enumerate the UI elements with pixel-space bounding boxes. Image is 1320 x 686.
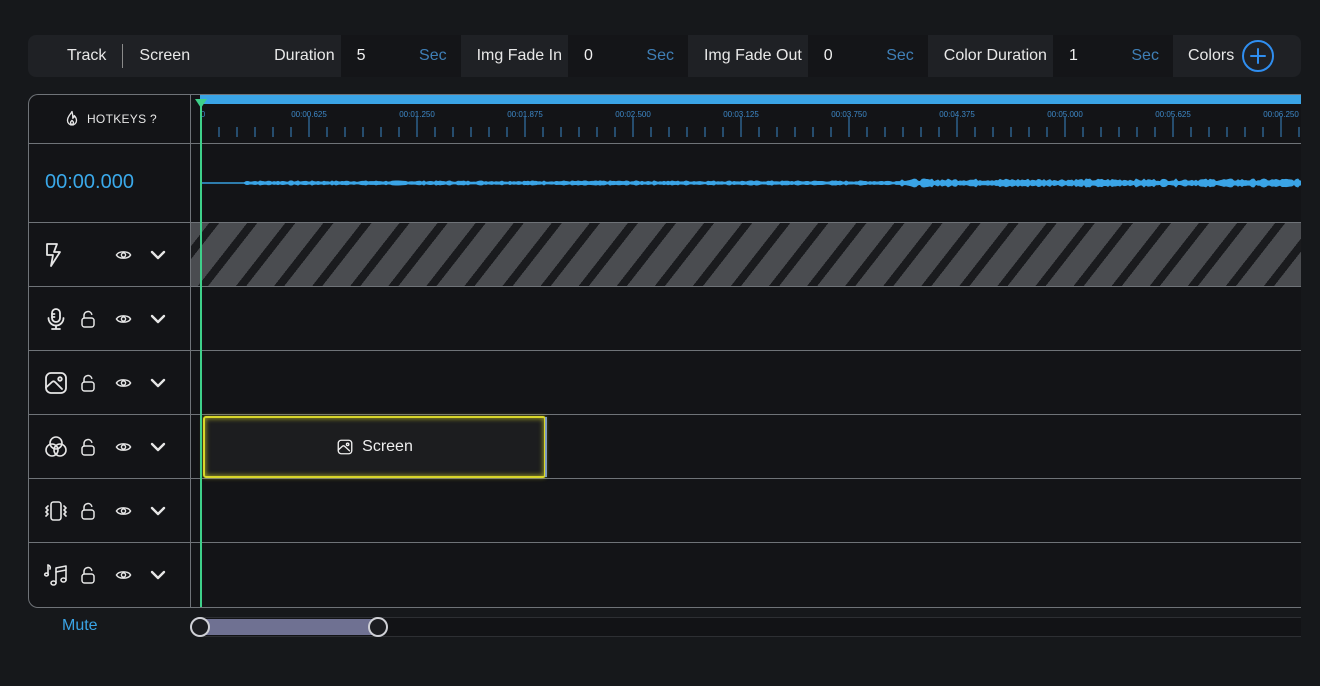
microphone-icon	[47, 308, 65, 330]
ruler-tick-label: 00:02.500	[615, 110, 651, 119]
color-duration-value: 1	[1068, 47, 1078, 64]
zoom-scrollbar-end-handle[interactable]	[368, 617, 388, 637]
chevron-down-icon[interactable]	[150, 504, 166, 518]
zoom-scrollbar-start-handle[interactable]	[190, 617, 210, 637]
row-divider	[29, 542, 1301, 543]
duration-input[interactable]: 5 Sec	[340, 35, 461, 77]
music-notes-icon	[43, 564, 67, 586]
color-duration-label: Color Duration	[943, 47, 1047, 64]
duration-label: Duration	[274, 47, 335, 64]
screen-tab[interactable]: Screen	[139, 47, 190, 65]
timeline-editor: Track Screen Duration 5 Sec Img Fade In …	[0, 0, 1320, 686]
track-row-vibration	[29, 479, 191, 543]
ruler-tick-label: 00:01.250	[399, 110, 435, 119]
ruler-tick-label: 00:05.000	[1047, 110, 1083, 119]
toolbar: Track Screen Duration 5 Sec Img Fade In …	[28, 35, 1301, 77]
zoom-scrollbar-range[interactable]	[200, 619, 378, 635]
toolbar-divider	[122, 44, 124, 68]
track-row-image	[29, 351, 191, 415]
chevron-down-icon[interactable]	[150, 248, 166, 262]
eye-icon[interactable]	[115, 439, 132, 455]
timeline-panel: 0 00:00.625 00:01.250 00:01.875 00:02.500 00:…	[28, 94, 1301, 608]
unlock-icon[interactable]	[80, 310, 96, 328]
mute-button[interactable]: Mute	[62, 617, 98, 635]
unlock-icon[interactable]	[80, 438, 96, 456]
audio-waveform[interactable]	[200, 165, 1301, 201]
disabled-track-area	[191, 223, 1301, 286]
ruler-tick-label: 00:03.750	[831, 110, 867, 119]
hotkeys-button[interactable]: HOTKEYS ?	[29, 95, 191, 143]
eye-icon[interactable]	[115, 311, 132, 327]
fade-in-input[interactable]: 0 Sec	[567, 35, 688, 77]
fade-out-value: 0	[823, 47, 833, 64]
row-divider	[29, 350, 1301, 351]
clip-resize-handle[interactable]	[545, 417, 547, 477]
hotkeys-label: HOTKEYS ?	[86, 112, 158, 126]
ruler-tick-label: 00:06.250	[1263, 110, 1299, 119]
track-row-voice	[29, 287, 191, 351]
chevron-down-icon[interactable]	[150, 312, 166, 326]
color-duration-unit: Sec	[1131, 47, 1159, 64]
clip-label: Screen	[362, 438, 413, 455]
image-icon	[45, 372, 67, 394]
colors-label: Colors	[1187, 47, 1235, 64]
add-color-button[interactable]	[1242, 40, 1275, 72]
fade-out-input[interactable]: 0 Sec	[807, 35, 928, 77]
unlock-icon[interactable]	[80, 374, 96, 392]
eye-icon[interactable]	[115, 503, 132, 519]
screen-clip[interactable]: Screen	[203, 416, 546, 478]
track-row-effects	[29, 223, 191, 287]
color-duration-input[interactable]: 1 Sec	[1052, 35, 1173, 77]
ruler-tick-label: 00:05.625	[1155, 110, 1191, 119]
plus-icon	[1250, 48, 1267, 64]
playhead[interactable]	[200, 101, 202, 607]
lightning-icon	[46, 243, 61, 267]
unlock-icon[interactable]	[80, 566, 96, 584]
row-divider	[29, 478, 1301, 479]
playhead-handle[interactable]	[195, 99, 207, 108]
color-circles-icon	[45, 436, 67, 457]
eye-icon[interactable]	[115, 567, 132, 583]
chevron-down-icon[interactable]	[150, 568, 166, 582]
duration-unit: Sec	[419, 47, 447, 64]
track-row-colors	[29, 415, 191, 479]
duration-value: 5	[356, 47, 366, 64]
row-divider	[29, 414, 1301, 415]
ruler-tick-label: 00:00.625	[291, 110, 327, 119]
timecode-display: 00:00.000	[45, 171, 134, 193]
fade-out-label: Img Fade Out	[703, 47, 802, 64]
track-header-column: HOTKEYS ? 00:00.000	[29, 95, 191, 607]
unlock-icon[interactable]	[80, 502, 96, 520]
chevron-down-icon[interactable]	[150, 376, 166, 390]
row-divider	[29, 286, 1301, 287]
fade-in-label: Img Fade In	[476, 47, 562, 64]
eye-icon[interactable]	[115, 247, 132, 263]
fade-in-unit: Sec	[646, 47, 674, 64]
ruler-progress-bar[interactable]	[200, 95, 1301, 104]
ruler-tick-label: 00:01.875	[507, 110, 543, 119]
track-row-music	[29, 543, 191, 607]
image-icon	[337, 439, 353, 455]
fade-in-value: 0	[583, 47, 593, 64]
vibrate-icon	[45, 501, 67, 521]
eye-icon[interactable]	[115, 375, 132, 391]
chevron-down-icon[interactable]	[150, 440, 166, 454]
track-tab[interactable]: Track	[67, 47, 106, 65]
ruler-tick-label: 00:03.125	[723, 110, 759, 119]
fade-out-unit: Sec	[886, 47, 914, 64]
ruler-tick-label: 00:04.375	[939, 110, 975, 119]
flame-icon	[66, 110, 78, 126]
